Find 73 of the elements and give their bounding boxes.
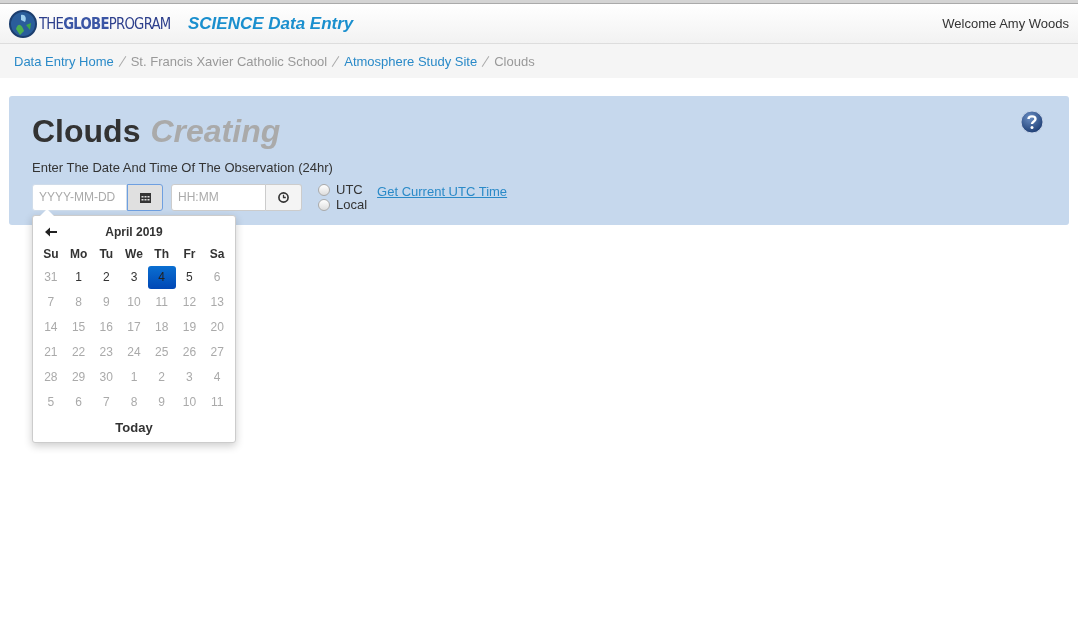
- calendar-day: 14: [37, 315, 65, 339]
- calendar-icon: [139, 191, 151, 203]
- weekday-label: Fr: [182, 245, 197, 263]
- calendar-day[interactable]: 3: [120, 265, 148, 289]
- date-field[interactable]: YYYY-MM-DD: [32, 183, 127, 211]
- radio-button[interactable]: [318, 198, 330, 211]
- calendar-day: 13: [203, 290, 231, 314]
- help-icon[interactable]: [1020, 110, 1044, 134]
- weekday-label: We: [124, 245, 144, 263]
- calendar-day: 11: [203, 390, 231, 414]
- clock-icon: [278, 191, 289, 203]
- weekday-label: Sa: [208, 245, 226, 263]
- logo-text: THEGLOBEPROGRAM: [39, 14, 171, 33]
- calendar-day: 30: [92, 365, 121, 389]
- calendar-day: 15: [64, 315, 93, 339]
- calendar-day[interactable]: 2: [92, 265, 121, 289]
- calendar-day: 18: [147, 315, 176, 339]
- month-title[interactable]: April 2019: [65, 224, 203, 239]
- calendar-day: 25: [147, 340, 176, 364]
- calendar-day: 17: [120, 315, 148, 339]
- calendar-day: 4: [203, 365, 231, 389]
- calendar-day: 2: [147, 365, 176, 389]
- weekday-label: Mo: [68, 245, 89, 263]
- breadcrumb-item: St. Francis Xavier Catholic School: [130, 53, 328, 69]
- calendar-day: 28: [37, 365, 65, 389]
- calendar-day: 7: [92, 390, 121, 414]
- calendar-day: 29: [64, 365, 93, 389]
- radio-label: UTC: [336, 182, 363, 197]
- clock-button[interactable]: [266, 183, 302, 211]
- previous-month-button[interactable]: [45, 226, 57, 237]
- time-field[interactable]: HH:MM: [171, 183, 266, 211]
- calendar-day: 12: [175, 290, 204, 314]
- calendar-day: 9: [147, 390, 176, 414]
- calendar-day: 23: [92, 340, 121, 364]
- calendar-button[interactable]: [127, 183, 163, 211]
- calendar-day[interactable]: 1: [64, 265, 93, 289]
- calendar-day: 9: [92, 290, 121, 314]
- calendar-day: 31: [37, 265, 65, 289]
- breadcrumb-link[interactable]: Atmosphere Study Site: [344, 53, 478, 69]
- calendar-day: 7: [37, 290, 65, 314]
- weekday-label: Tu: [98, 245, 115, 263]
- breadcrumb-link[interactable]: Data Entry Home: [14, 53, 114, 69]
- status-text: Creating: [150, 113, 281, 150]
- calendar-day: 19: [175, 315, 204, 339]
- calendar-day: 24: [120, 340, 148, 364]
- radio-button[interactable]: [318, 183, 330, 196]
- calendar-day: 10: [175, 390, 204, 414]
- calendar-day: 1: [120, 365, 148, 389]
- breadcrumb-item: Clouds: [494, 53, 535, 69]
- welcome-text: Welcome Amy Woods: [942, 16, 1069, 31]
- calendar-day: 22: [64, 340, 93, 364]
- weekday-label: Su: [42, 245, 60, 263]
- calendar-day: 8: [120, 390, 148, 414]
- page-title: Clouds: [32, 113, 141, 150]
- calendar-day: 8: [64, 290, 93, 314]
- calendar-day: 21: [37, 340, 65, 364]
- calendar-day: 10: [120, 290, 148, 314]
- prompt-text: Enter The Date And Time Of The Observation (24hr): [32, 160, 334, 175]
- radio-label: Local: [336, 197, 368, 212]
- calendar-day: 27: [203, 340, 231, 364]
- calendar-day: 6: [203, 265, 231, 289]
- calendar-day: 11: [147, 290, 176, 314]
- calendar-day: 5: [37, 390, 65, 414]
- weekday-label: Th: [153, 245, 171, 263]
- calendar-day: 20: [203, 315, 231, 339]
- calendar-day: 26: [175, 340, 204, 364]
- app-title: SCIENCE Data Entry: [187, 13, 354, 34]
- calendar-day[interactable]: 5: [175, 265, 204, 289]
- calendar-day: 6: [64, 390, 93, 414]
- today-button[interactable]: Today: [115, 419, 153, 435]
- calendar-day: 3: [175, 365, 204, 389]
- calendar-day: 16: [92, 315, 121, 339]
- globe-logo-icon: [8, 8, 38, 39]
